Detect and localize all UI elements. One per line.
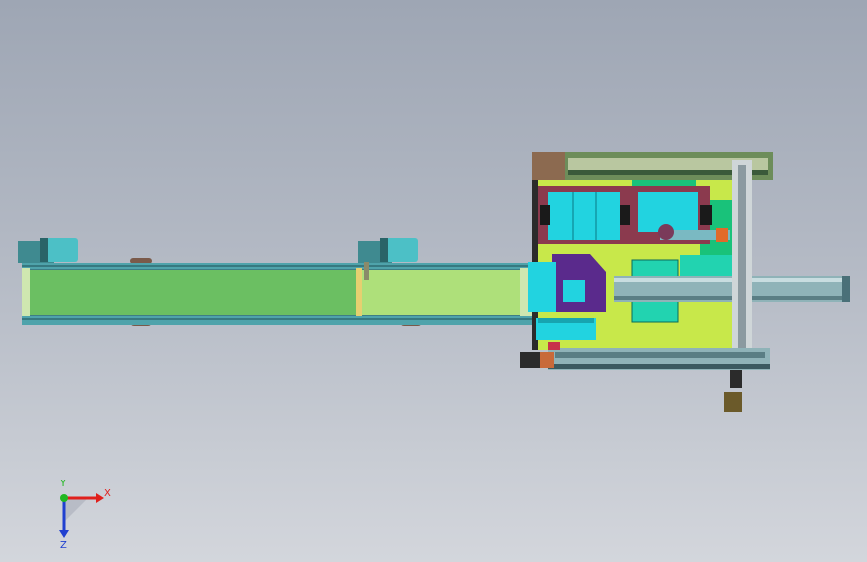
z-axis-arrowhead — [59, 530, 69, 538]
motor-housing — [386, 238, 418, 262]
cylinder-head — [658, 224, 674, 240]
work-station[interactable] — [520, 152, 850, 412]
bracket-window — [563, 280, 585, 302]
motor-flange — [40, 238, 48, 262]
guide-rail-bottom — [614, 296, 848, 300]
module-clamp — [700, 205, 712, 225]
x-axis-label: X — [104, 488, 111, 499]
stop-block — [548, 342, 560, 350]
column-foot — [724, 392, 742, 412]
triad-plane-shadow — [64, 498, 88, 522]
module-clamp — [540, 205, 550, 225]
conveyor-belt-surface-light — [362, 270, 522, 315]
cylinder-module-left[interactable] — [538, 186, 630, 244]
conveyor-belt-surface-dark — [30, 270, 360, 315]
guide-endcap — [842, 276, 850, 302]
column-rail-inner — [738, 165, 746, 365]
sensor-bracket — [520, 352, 540, 368]
module-body — [548, 192, 620, 240]
x-axis-arrowhead — [96, 493, 104, 503]
motor-flange — [380, 238, 388, 262]
conveyor-end-cap — [22, 268, 30, 316]
cad-viewport[interactable] — [0, 0, 867, 562]
conveyor-belt[interactable] — [22, 258, 532, 326]
module-clamp — [620, 205, 630, 225]
bottom-rail-dark — [548, 364, 770, 369]
guide-rail-top — [614, 278, 848, 282]
brown-plate — [532, 152, 568, 180]
drive-motor-left[interactable] — [18, 238, 78, 263]
sensor-body — [540, 352, 554, 368]
coordinate-triad: X Y Z — [59, 480, 111, 550]
cylinder-tip — [716, 228, 728, 242]
y-axis-origin — [60, 494, 68, 502]
motor-housing — [46, 238, 78, 262]
conveyor-divider — [356, 268, 362, 316]
motor-bracket — [364, 262, 369, 280]
bottom-rail-inner — [555, 352, 765, 358]
conveyor-frame-bottom-rail — [22, 316, 532, 325]
transfer-plate — [538, 318, 594, 323]
y-axis-label: Y — [59, 480, 67, 489]
transfer-block — [528, 262, 556, 312]
z-axis-label: Z — [60, 540, 67, 550]
